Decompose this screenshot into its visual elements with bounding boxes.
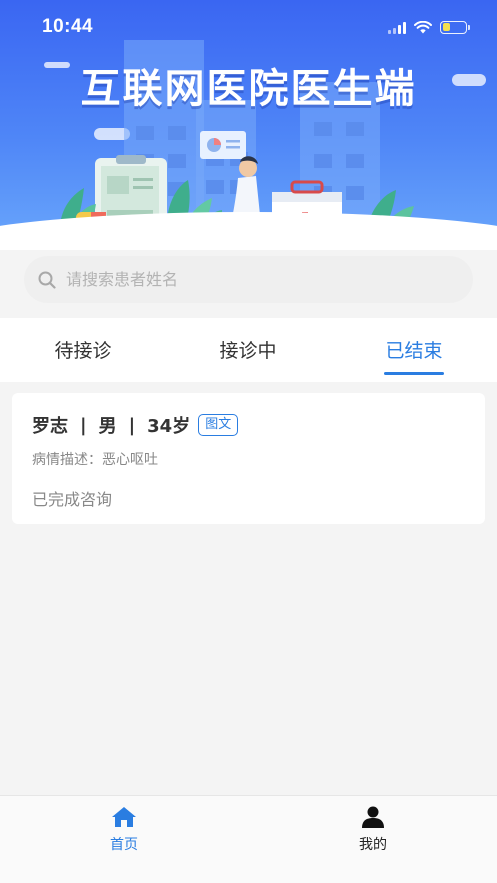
consultation-type-badge: 图文 (198, 414, 239, 436)
tab-label: 已结束 (385, 340, 443, 362)
wifi-icon (414, 20, 432, 33)
patient-gender: 男 (98, 416, 117, 437)
nav-profile[interactable]: 我的 (333, 806, 413, 854)
patient-info: 罗志 | 男 | 34岁 图文 (32, 412, 239, 438)
bottom-navigation: 首页 我的 (0, 795, 497, 883)
divider: | (80, 414, 87, 436)
tab-in-progress[interactable]: 接诊中 (205, 318, 291, 382)
search-icon (38, 271, 56, 289)
nav-home-label: 首页 (110, 837, 138, 853)
cellular-signal-icon (388, 21, 406, 34)
consultation-card[interactable]: 罗志 | 男 | 34岁 图文 病情描述：恶心呕吐 已完成咨询 (12, 393, 485, 524)
divider: | (128, 414, 136, 436)
tab-active-indicator (384, 372, 444, 375)
page-title: 互联网医院医生端 (80, 66, 417, 112)
status-indicators (388, 20, 470, 34)
status-bar: 10:44 (0, 0, 497, 54)
battery-icon (440, 20, 470, 34)
home-icon (112, 807, 136, 827)
tab-label: 接诊中 (219, 340, 277, 362)
tab-pending[interactable]: 待接诊 (40, 318, 126, 382)
condition-description: 病情描述：恶心呕吐 (32, 452, 158, 468)
tab-finished[interactable]: 已结束 (371, 318, 457, 382)
search-input[interactable] (66, 270, 446, 289)
patient-name: 罗志 (32, 416, 68, 437)
status-time: 10:44 (42, 16, 94, 37)
nav-profile-label: 我的 (359, 837, 387, 853)
user-icon (362, 806, 384, 828)
consultation-status: 已完成咨询 (32, 490, 113, 509)
consultation-tabs: 待接诊 接诊中 已结束 (0, 318, 497, 382)
patient-age: 34岁 (147, 416, 191, 437)
search-bar[interactable] (24, 256, 473, 303)
tab-label: 待接诊 (54, 340, 112, 362)
banner-wave (0, 212, 497, 250)
nav-home[interactable]: 首页 (84, 806, 164, 854)
